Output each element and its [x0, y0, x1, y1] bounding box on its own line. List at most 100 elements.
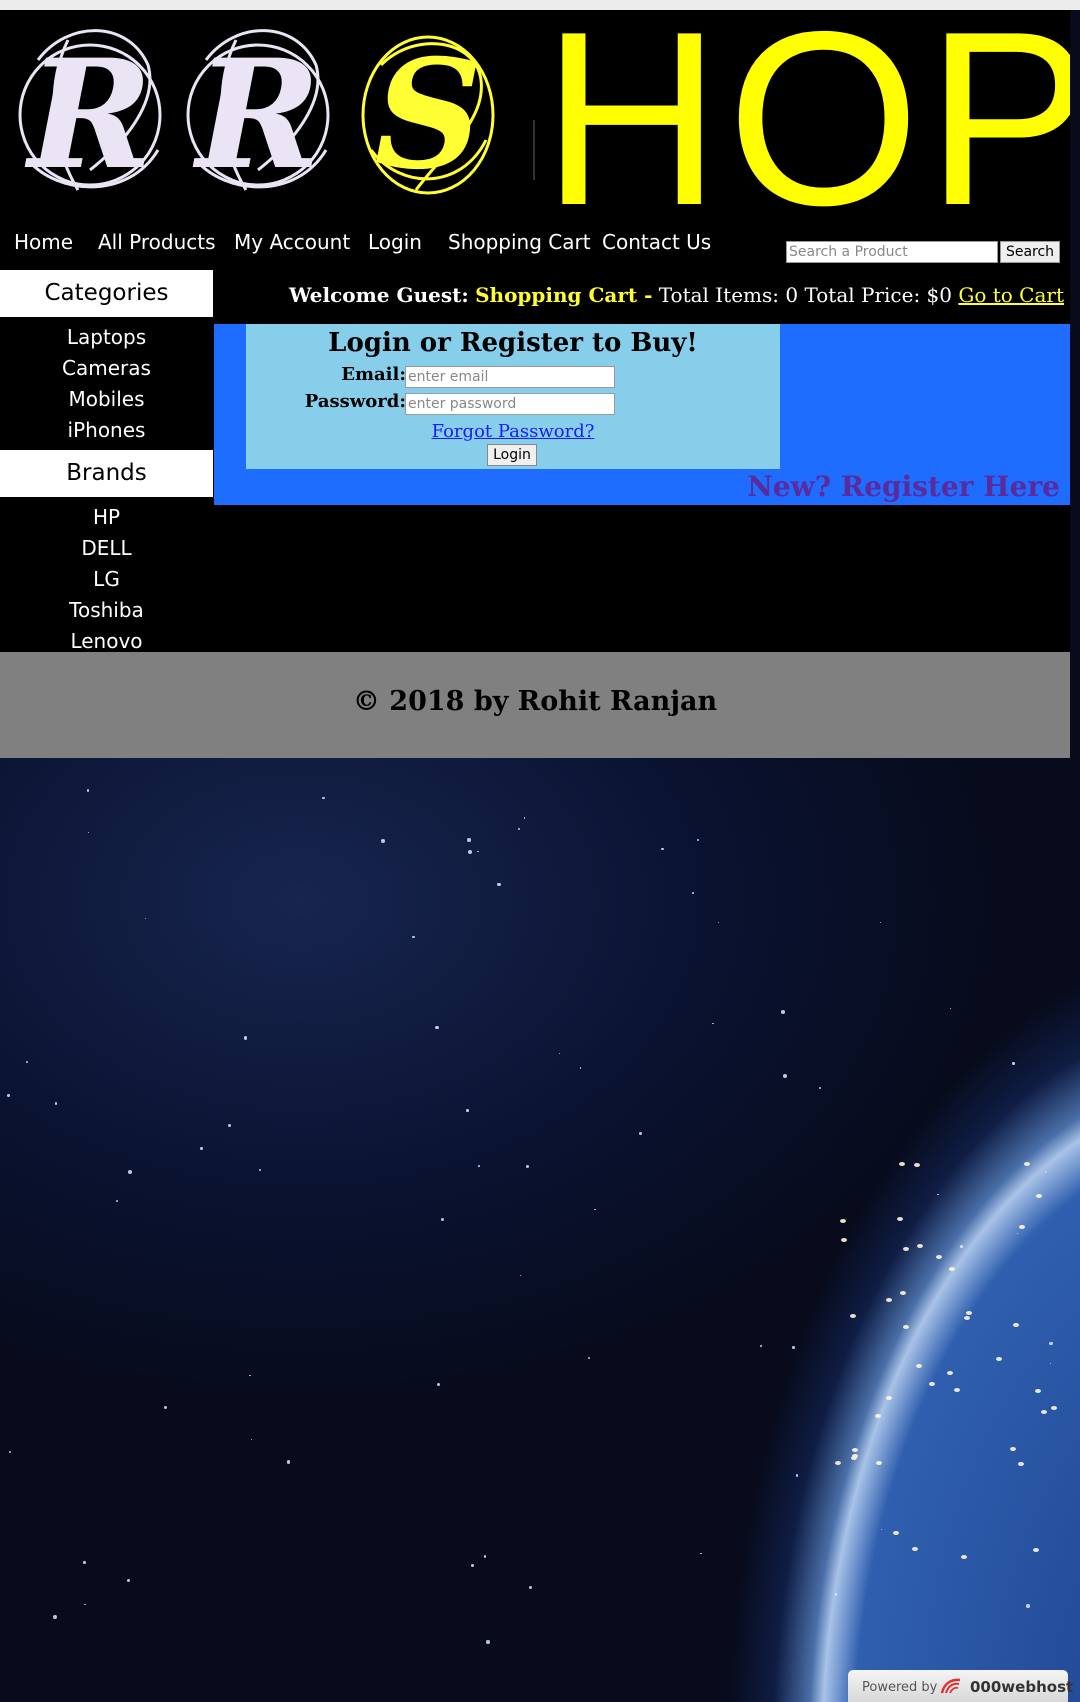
site-footer: © 2018 by Rohit Ranjan	[0, 652, 1070, 758]
star-decoration	[163, 1406, 167, 1410]
powered-by-badge[interactable]: Powered by 000webhost	[848, 1670, 1073, 1702]
brand-lg[interactable]: LG	[0, 564, 213, 595]
star-decoration	[880, 1528, 882, 1531]
nav-my-account[interactable]: My Account	[234, 230, 350, 254]
star-decoration	[691, 892, 694, 895]
star-decoration	[519, 1274, 522, 1277]
star-decoration	[497, 882, 501, 886]
welcome-greeting: Welcome Guest:	[288, 283, 469, 307]
star-decoration	[437, 1382, 440, 1386]
star-decoration	[528, 1585, 532, 1589]
star-decoration	[380, 839, 385, 844]
brand-dell[interactable]: DELL	[0, 533, 213, 564]
header-divider	[533, 120, 535, 180]
star-decoration	[286, 1459, 291, 1464]
city-light-decoration	[946, 1371, 953, 1376]
search-input[interactable]	[786, 241, 998, 263]
star-decoration	[250, 1438, 253, 1441]
brand-toshiba[interactable]: Toshiba	[0, 595, 213, 626]
nav-all-products[interactable]: All Products	[98, 230, 216, 254]
footer-copyright: © 2018 by Rohit Ranjan	[352, 686, 718, 717]
login-title: Login or Register to Buy!	[328, 328, 698, 358]
star-decoration	[639, 1131, 643, 1135]
star-decoration	[1026, 1604, 1031, 1608]
categories-list: Laptops Cameras Mobiles iPhones	[0, 317, 213, 450]
nav-login[interactable]: Login	[368, 230, 422, 254]
content-area: Categories Laptops Cameras Mobiles iPhon…	[0, 270, 1070, 653]
star-decoration	[54, 1102, 58, 1105]
city-light-decoration	[948, 1267, 955, 1272]
star-decoration	[435, 1025, 439, 1030]
city-light-decoration	[917, 1243, 924, 1248]
top-strip	[0, 0, 1080, 10]
star-decoration	[1049, 1362, 1052, 1365]
star-decoration	[485, 1640, 490, 1644]
star-decoration	[322, 796, 326, 800]
star-decoration	[783, 1074, 787, 1078]
star-decoration	[8, 1450, 12, 1453]
forgot-password-link[interactable]: Forgot Password?	[246, 421, 780, 442]
city-light-decoration	[900, 1290, 907, 1295]
star-decoration	[1049, 1341, 1053, 1346]
star-decoration	[412, 935, 416, 939]
login-button[interactable]: Login	[487, 444, 537, 466]
register-link[interactable]: New? Register Here	[747, 470, 1060, 503]
logo-letter-1: R	[28, 27, 153, 203]
main-panel: Welcome Guest: Shopping Cart - Total Ite…	[214, 270, 1070, 652]
star-decoration	[128, 1169, 132, 1174]
star-decoration	[465, 1109, 469, 1113]
nav-home[interactable]: Home	[14, 230, 73, 254]
star-decoration	[699, 1552, 702, 1555]
password-label: Password:	[304, 391, 406, 412]
star-decoration	[483, 1555, 487, 1558]
logo-letter-2: R	[196, 27, 321, 203]
star-decoration	[1044, 1171, 1047, 1173]
brands-list: HP DELL LG Toshiba Lenovo	[0, 497, 213, 661]
city-light-decoration	[886, 1395, 893, 1400]
star-decoration	[244, 1036, 248, 1040]
city-light-decoration	[849, 1313, 856, 1318]
city-light-decoration	[1012, 1323, 1019, 1328]
star-decoration	[53, 1615, 57, 1620]
search-button[interactable]: Search	[1000, 241, 1060, 263]
city-light-decoration	[875, 1413, 882, 1418]
brand-hp[interactable]: HP	[0, 502, 213, 533]
city-light-decoration	[1032, 1548, 1039, 1553]
star-decoration	[249, 1374, 251, 1377]
star-decoration	[25, 1061, 28, 1064]
star-decoration	[559, 1053, 561, 1055]
nav-contact-us[interactable]: Contact Us	[602, 230, 711, 254]
go-to-cart-link[interactable]: Go to Cart	[958, 283, 1064, 307]
category-iphones[interactable]: iPhones	[0, 415, 213, 446]
brands-heading: Brands	[0, 450, 213, 497]
city-light-decoration	[966, 1311, 973, 1316]
star-decoration	[228, 1124, 232, 1128]
nav-shopping-cart[interactable]: Shopping Cart	[448, 230, 591, 254]
category-mobiles[interactable]: Mobiles	[0, 384, 213, 415]
password-field[interactable]	[405, 393, 615, 415]
star-decoration	[781, 1010, 786, 1014]
star-decoration	[467, 850, 472, 855]
star-decoration	[127, 1579, 131, 1583]
city-light-decoration	[1050, 1405, 1057, 1410]
city-light-decoration	[1019, 1224, 1026, 1229]
category-laptops[interactable]: Laptops	[0, 322, 213, 353]
webhost-logo-icon	[940, 1678, 961, 1694]
city-light-decoration	[1018, 1462, 1025, 1467]
category-cameras[interactable]: Cameras	[0, 353, 213, 384]
login-panel: Login or Register to Buy! Email: Passwor…	[214, 324, 1070, 505]
sidebar: Categories Laptops Cameras Mobiles iPhon…	[0, 270, 213, 653]
star-decoration	[477, 851, 479, 853]
city-light-decoration	[936, 1255, 943, 1260]
welcome-bar: Welcome Guest: Shopping Cart - Total Ite…	[289, 280, 1064, 310]
star-decoration	[7, 1093, 11, 1097]
city-light-decoration	[961, 1555, 968, 1560]
city-light-decoration	[1040, 1410, 1047, 1415]
city-light-decoration	[1036, 1194, 1043, 1199]
powered-by-label: Powered by	[862, 1680, 938, 1695]
email-field[interactable]	[405, 366, 615, 388]
star-decoration	[950, 1008, 952, 1010]
star-decoration	[144, 918, 146, 920]
city-light-decoration	[902, 1325, 909, 1330]
star-decoration	[579, 1067, 582, 1069]
